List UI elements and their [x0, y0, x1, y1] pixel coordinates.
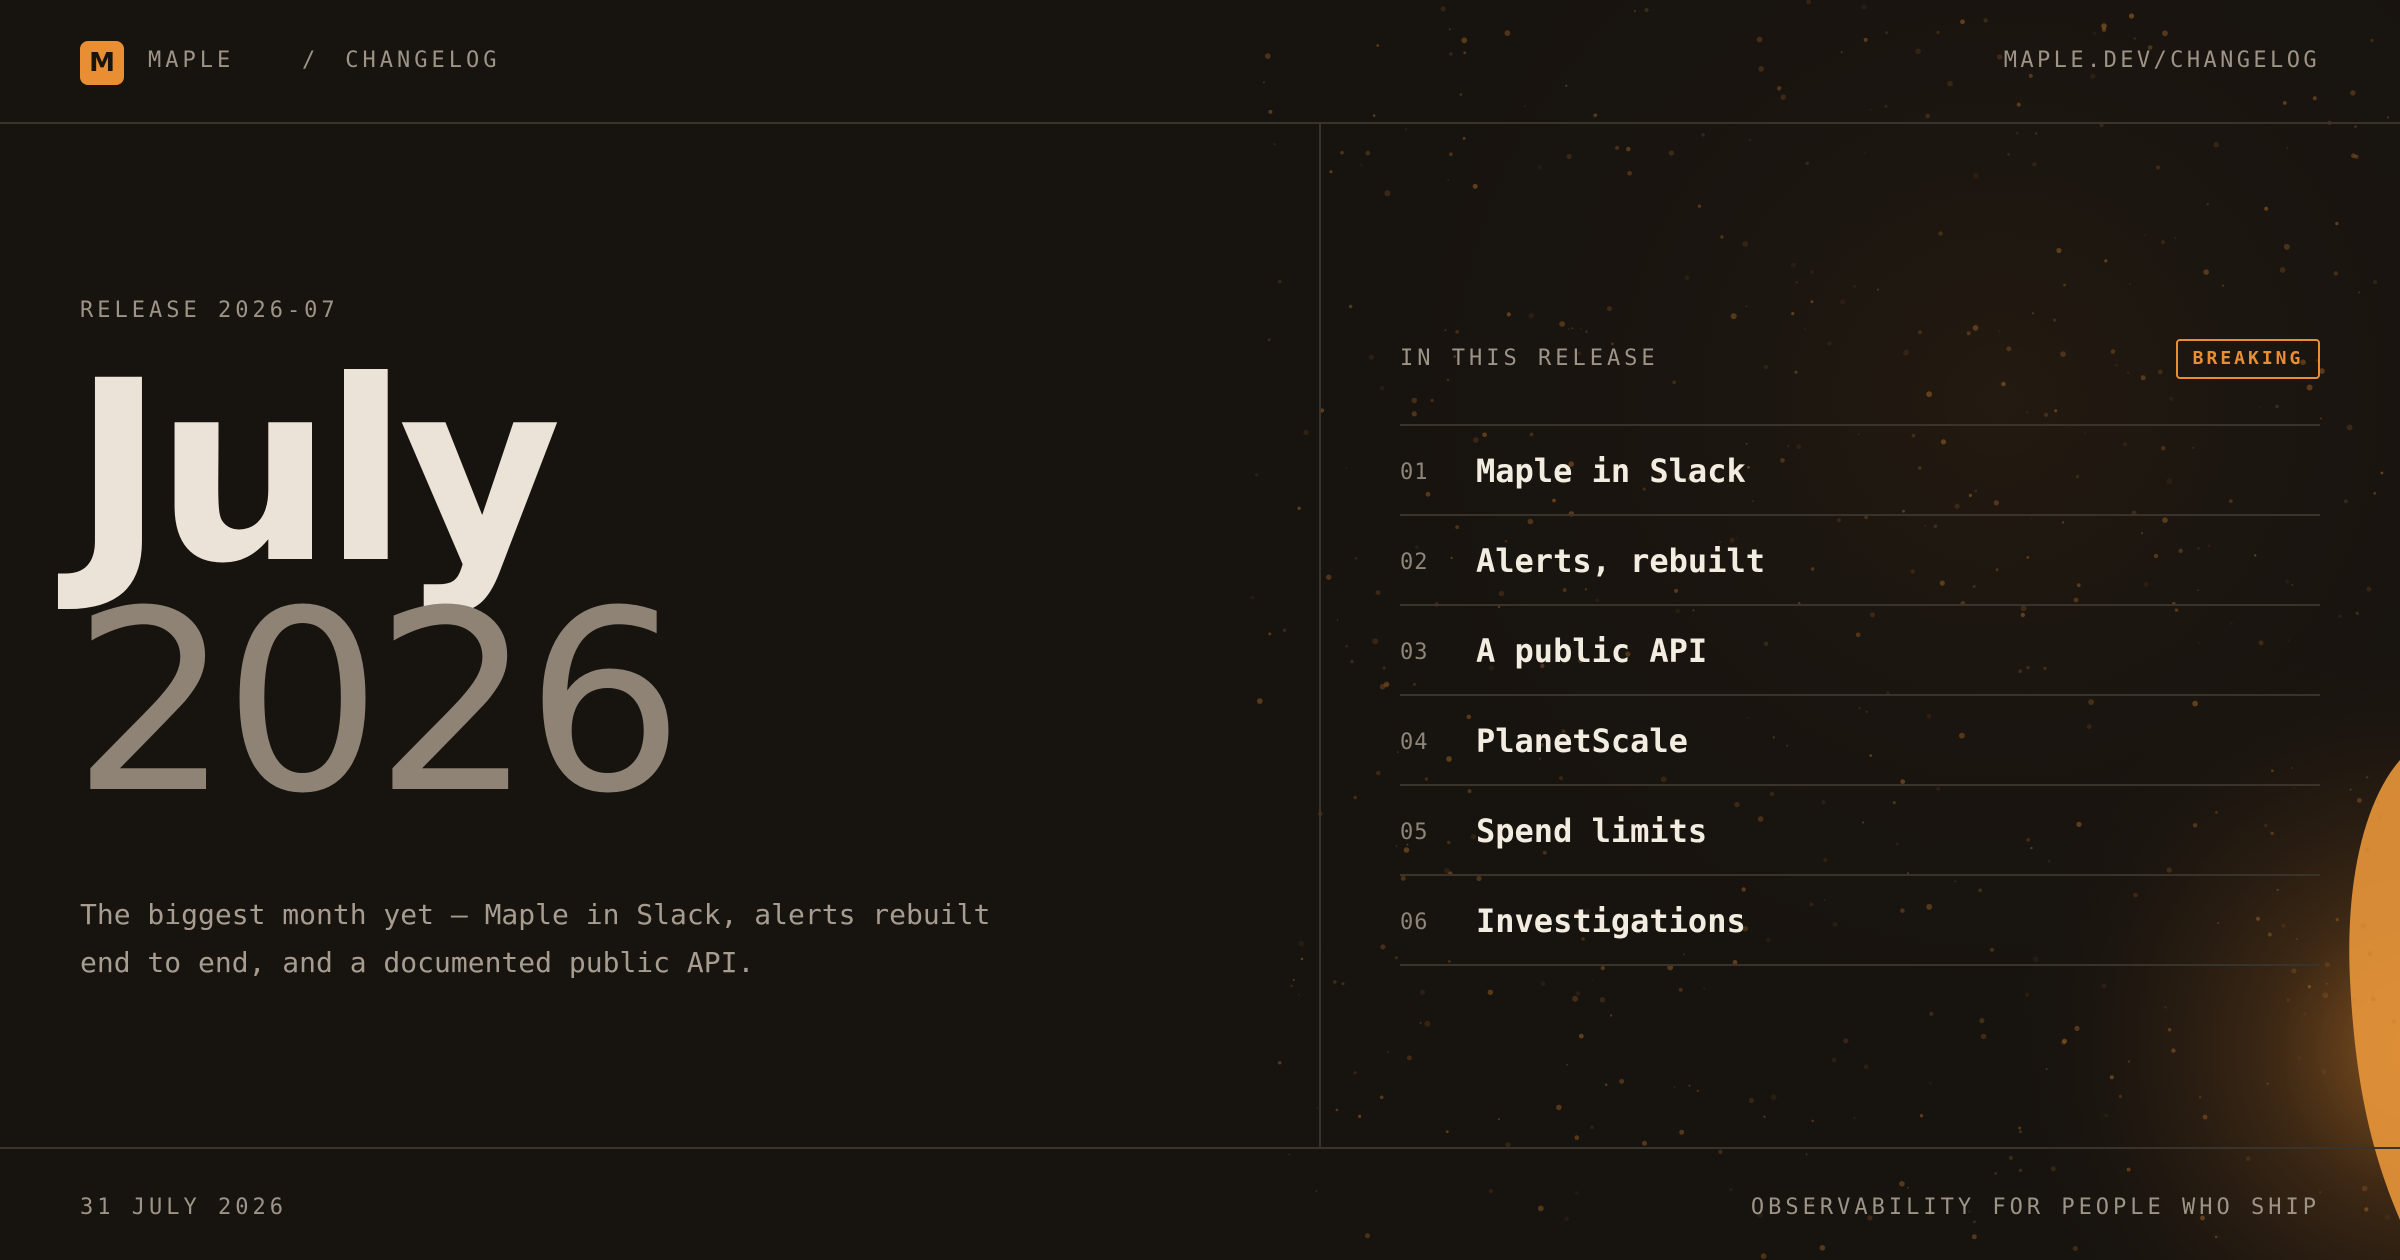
release-item[interactable]: 02 Alerts, rebuilt — [1400, 516, 2320, 606]
release-item-title: Investigations — [1476, 902, 1746, 940]
footer-divider — [0, 1147, 2400, 1149]
breadcrumb-brand[interactable]: MAPLE — [148, 48, 234, 73]
release-item-number: 03 — [1400, 640, 1429, 665]
release-item-title: Alerts, rebuilt — [1476, 542, 1765, 580]
release-item[interactable]: 01 Maple in Slack — [1400, 426, 2320, 516]
release-item[interactable]: 05 Spend limits — [1400, 786, 2320, 876]
breadcrumb-section[interactable]: CHANGELOG — [345, 48, 500, 73]
release-item-title: PlanetScale — [1476, 722, 1688, 760]
release-item-number: 04 — [1400, 730, 1429, 755]
top-header: M MAPLE / CHANGELOG MAPLE.DEV/CHANGELOG — [0, 0, 2400, 124]
release-item-number: 06 — [1400, 910, 1429, 935]
release-summary: The biggest month yet — Maple in Slack, … — [80, 898, 991, 979]
breadcrumb-separator: / — [301, 48, 320, 73]
release-items-list: 01 Maple in Slack 02 Alerts, rebuilt 03 … — [1400, 424, 2320, 966]
in-this-release-heading: IN THIS RELEASE — [1400, 346, 1659, 371]
maple-logo[interactable]: M — [80, 41, 124, 85]
release-label: RELEASE 2026-07 — [80, 298, 339, 323]
breaking-badge: BREAKING — [2176, 339, 2320, 379]
release-item-number: 05 — [1400, 820, 1429, 845]
tagline: OBSERVABILITY FOR PEOPLE WHO SHIP — [1750, 1195, 2320, 1220]
release-date: 31 JULY 2026 — [80, 1195, 287, 1220]
site-url-link[interactable]: MAPLE.DEV/CHANGELOG — [2004, 48, 2320, 73]
release-item-title: A public API — [1476, 632, 1708, 670]
release-item[interactable]: 06 Investigations — [1400, 876, 2320, 966]
title-year: 2026 — [72, 557, 684, 848]
release-item-number: 01 — [1400, 460, 1429, 485]
breadcrumb: MAPLE / CHANGELOG — [148, 48, 500, 73]
release-item-title: Maple in Slack — [1476, 452, 1746, 490]
release-item[interactable]: 03 A public API — [1400, 606, 2320, 696]
release-item[interactable]: 04 PlanetScale — [1400, 696, 2320, 786]
release-item-title: Spend limits — [1476, 812, 1708, 850]
column-divider — [1319, 124, 1321, 1148]
release-item-number: 02 — [1400, 550, 1429, 575]
